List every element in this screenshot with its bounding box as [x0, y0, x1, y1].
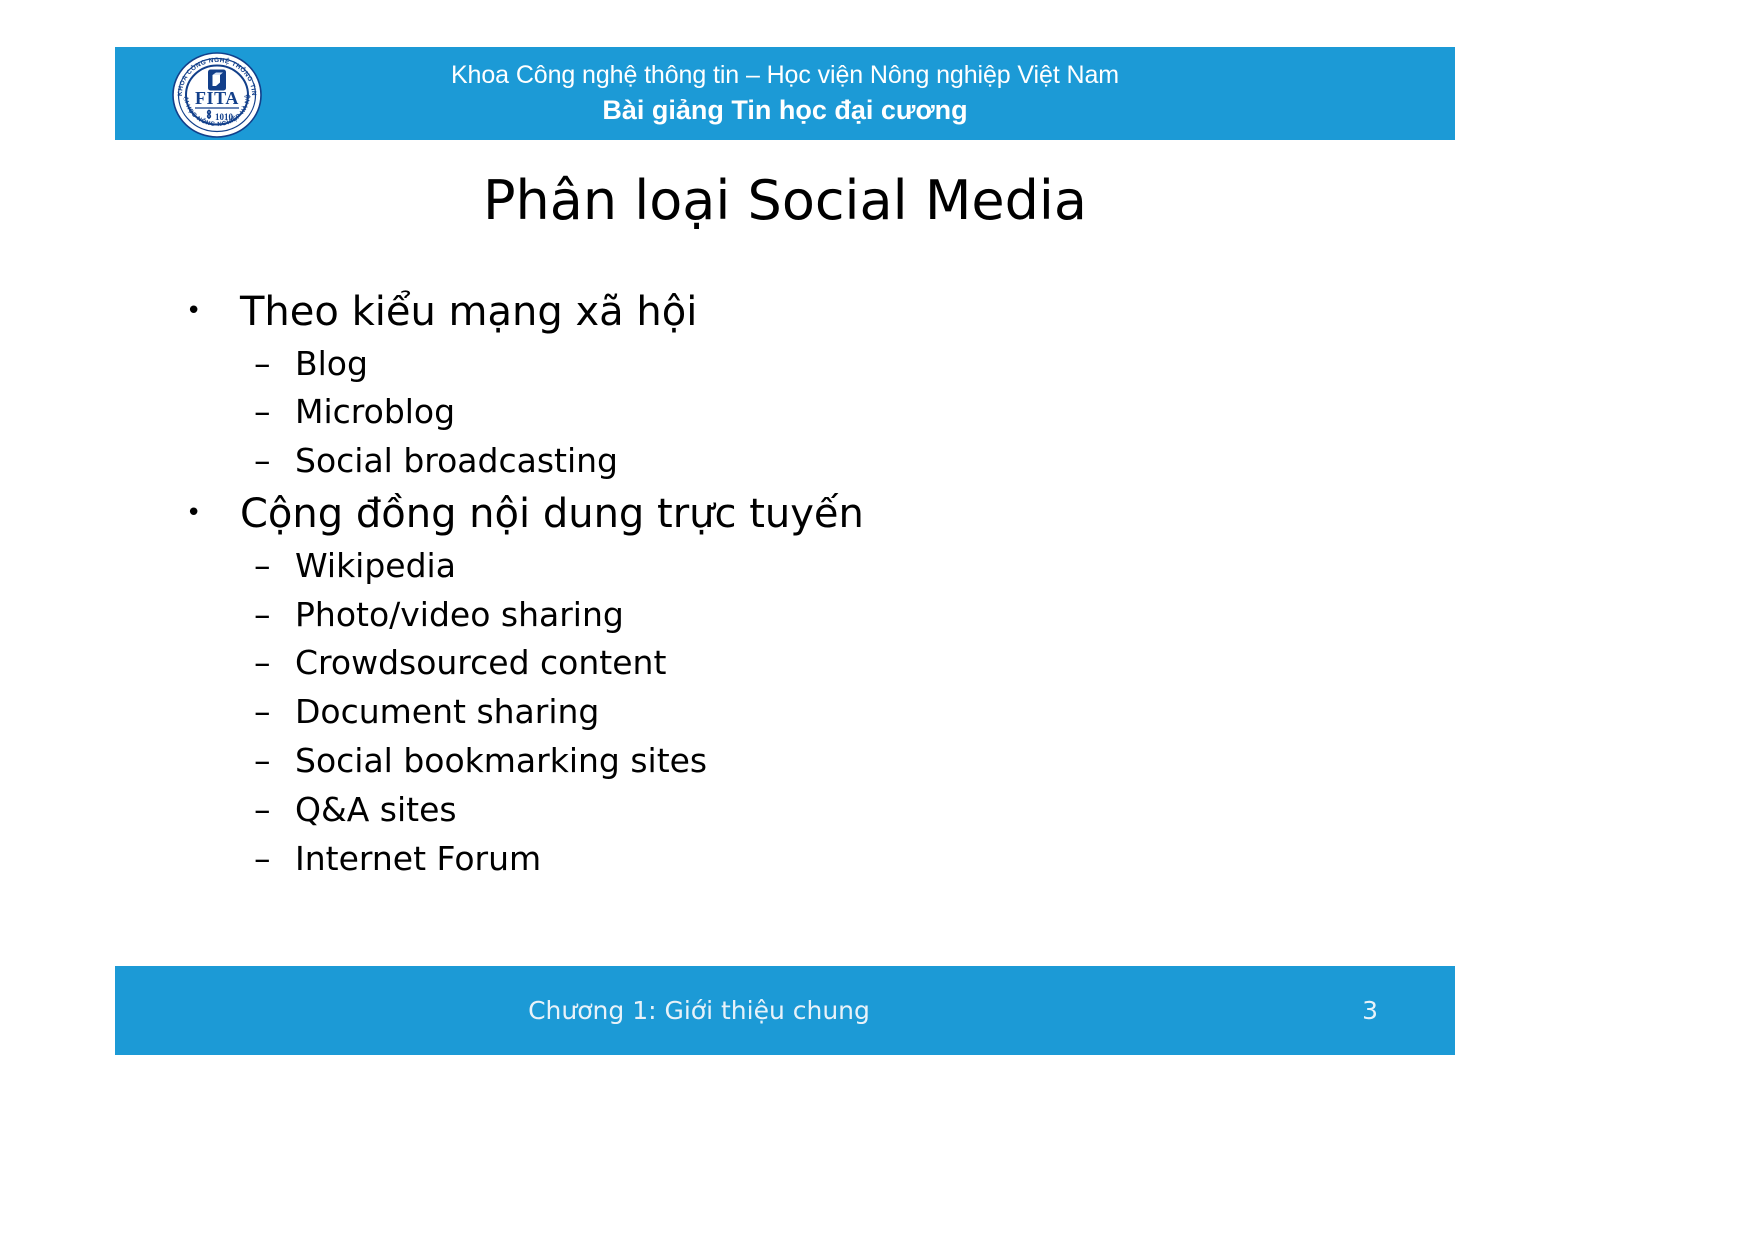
fita-logo-icon: KHOA CÔNG NGHỆ THÔNG TIN ĐẠI HỌC NÔNG NG…	[171, 51, 262, 138]
bullet-level1: • Theo kiểu mạng xã hội	[186, 288, 1366, 338]
header-course-line: Bài giảng Tin học đại cương	[602, 94, 968, 125]
bullet-level2-label: Social bookmarking sites	[295, 740, 708, 780]
bullet-level2: – Blog	[254, 340, 1366, 389]
header-faculty-line: Khoa Công nghệ thông tin – Học viện Nông…	[450, 61, 1119, 90]
dash-icon: –	[254, 692, 271, 732]
slide-footer: Chương 1: Giới thiệu chung 3	[115, 966, 1455, 1055]
slide-body: • Theo kiểu mạng xã hội – Blog – Microbl…	[186, 288, 1366, 883]
bullet-dot-icon: •	[186, 498, 202, 529]
bullet-level1-label: Theo kiểu mạng xã hội	[240, 289, 698, 335]
dash-icon: –	[254, 740, 271, 780]
bullet-level2: – Photo/video sharing	[254, 591, 1366, 640]
dash-icon: –	[254, 441, 271, 481]
bullet-level2: – Social broadcasting	[254, 437, 1366, 486]
bullet-level2-label: Crowdsourced content	[295, 643, 667, 683]
bullet-level1: • Cộng đồng nội dung trực tuyến	[186, 490, 1366, 540]
fita-logo: KHOA CÔNG NGHỆ THÔNG TIN ĐẠI HỌC NÔNG NG…	[171, 51, 263, 139]
dash-icon: –	[254, 838, 271, 878]
bullet-level2-label: Photo/video sharing	[295, 594, 624, 634]
bullet-level2: – Microblog	[254, 388, 1366, 437]
bullet-dot-icon: •	[186, 296, 202, 326]
dash-icon: –	[254, 789, 271, 829]
bullet-level2: – Social bookmarking sites	[254, 737, 1366, 786]
svg-text:1010: 1010	[215, 112, 234, 122]
svg-text:FITA: FITA	[195, 88, 239, 108]
dash-icon: –	[254, 343, 271, 383]
footer-chapter-label: Chương 1: Giới thiệu chung	[528, 996, 870, 1025]
slide-title: Phân loại Social Media	[482, 169, 1088, 232]
bullet-level2-label: Blog	[295, 343, 368, 383]
dash-icon: –	[254, 594, 271, 634]
dash-icon: –	[254, 643, 271, 683]
bullet-level2-label: Microblog	[295, 392, 456, 432]
bullet-level1-label: Cộng đồng nội dung trực tuyến	[240, 491, 864, 538]
bullet-level2: – Wikipedia	[254, 542, 1366, 591]
slide-header: Khoa Công nghệ thông tin – Học viện Nông…	[115, 47, 1455, 140]
header-text-block: Khoa Công nghệ thông tin – Học viện Nông…	[115, 47, 1455, 140]
slide: Khoa Công nghệ thông tin – Học viện Nông…	[0, 0, 1754, 1239]
bullet-level2-label: Wikipedia	[295, 545, 456, 585]
bullet-level2: – Crowdsourced content	[254, 639, 1366, 688]
bullet-level2-label: Social broadcasting	[295, 441, 619, 481]
footer-page-number: 3	[1362, 996, 1378, 1025]
bullet-level2: – Q&A sites	[254, 786, 1366, 835]
dash-icon: –	[254, 392, 271, 432]
bullet-level2-label: Internet Forum	[295, 838, 542, 878]
bullet-level2: – Document sharing	[254, 688, 1366, 737]
bullet-level2: – Internet Forum	[254, 835, 1366, 884]
bullet-level2-label: Document sharing	[295, 692, 600, 732]
footer-center-block: Chương 1: Giới thiệu chung	[115, 966, 1455, 1055]
bullet-level2-label: Q&A sites	[295, 789, 457, 829]
dash-icon: –	[254, 545, 271, 585]
